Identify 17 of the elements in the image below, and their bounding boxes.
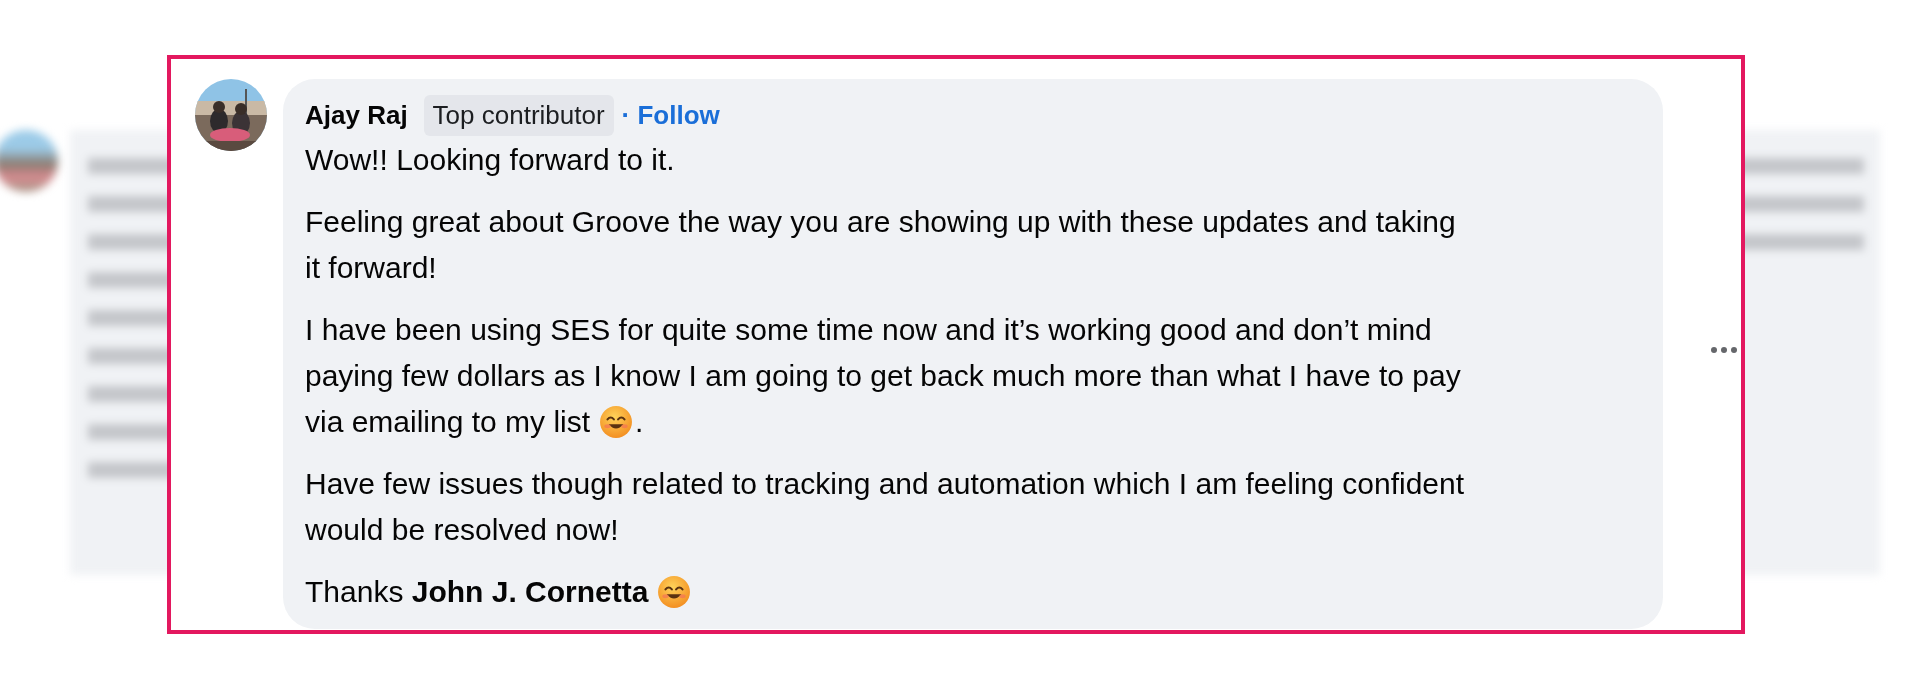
comment-text: Thanks John J. Cornetta [305,574,649,610]
comment-text: I have been using SES for quite some time now and it’s working good and don’t mind [305,312,1432,348]
more-options-icon[interactable] [1709,345,1739,355]
comment-text: . [635,404,644,440]
comment-text: Have few issues though related to tracking and automation which I am feeling confident [305,466,1464,502]
smiling-face-icon [657,575,692,609]
smiling-face-icon [599,405,634,439]
comment-text: via emailing to my list [305,404,591,440]
follow-link[interactable]: · Follow [621,99,720,131]
comment-text: it forward! [305,250,437,286]
comment-text: paying few dollars as I know I am going to get back much more than what I have to pay [305,358,1461,394]
comment-text: Feeling great about Groove the way you are showing up with these updates and taking [305,204,1456,240]
author-name[interactable]: Ajay Raj [305,99,408,131]
blurred-avatar-drawing [0,130,58,192]
comment-text: Wow!! Looking forward to it. [305,142,675,178]
comment-text: would be resolved now! [305,512,619,548]
contributor-badge: Top contributor [423,94,614,136]
